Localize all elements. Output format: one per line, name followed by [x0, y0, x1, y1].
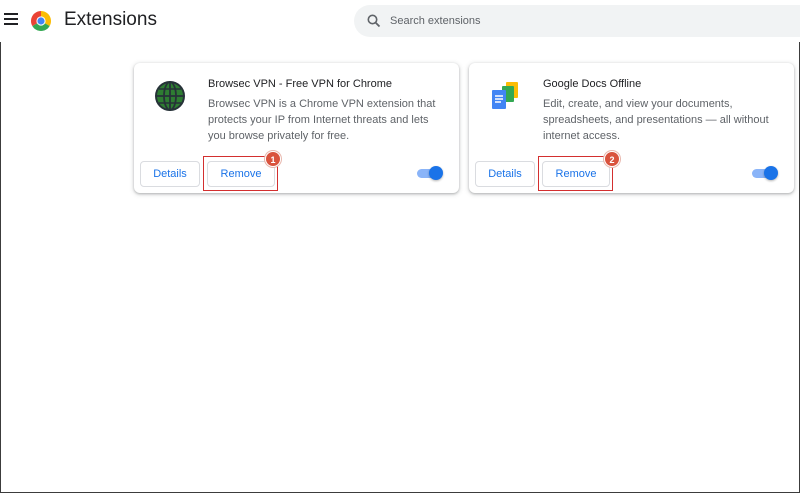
step-badge: 1 — [265, 151, 281, 167]
step-badge: 2 — [604, 151, 620, 167]
enable-toggle[interactable] — [417, 166, 443, 180]
extension-name: Browsec VPN - Free VPN for Chrome — [208, 78, 392, 90]
search-input[interactable] — [390, 5, 790, 37]
menu-icon[interactable] — [4, 13, 20, 27]
extension-description: Browsec VPN is a Chrome VPN extension th… — [208, 98, 436, 142]
details-button[interactable]: Details — [140, 161, 200, 187]
extension-description: Edit, create, and view your documents, s… — [543, 98, 769, 142]
details-button[interactable]: Details — [475, 161, 535, 187]
chrome-logo-icon — [31, 11, 51, 31]
search-icon — [367, 14, 381, 28]
google-docs-icon — [492, 82, 518, 109]
enable-toggle[interactable] — [752, 166, 778, 180]
page-title: Extensions — [64, 9, 157, 30]
search-bar[interactable] — [354, 5, 800, 37]
globe-icon — [155, 81, 185, 111]
extension-name: Google Docs Offline — [543, 78, 642, 90]
extension-card-google-docs-offline: Google Docs Offline Edit, create, and vi… — [469, 63, 794, 193]
highlight-box — [538, 156, 613, 191]
extension-card-browsec: Browsec VPN - Free VPN for Chrome Browse… — [134, 63, 459, 193]
toolbar: Extensions — [0, 0, 800, 42]
